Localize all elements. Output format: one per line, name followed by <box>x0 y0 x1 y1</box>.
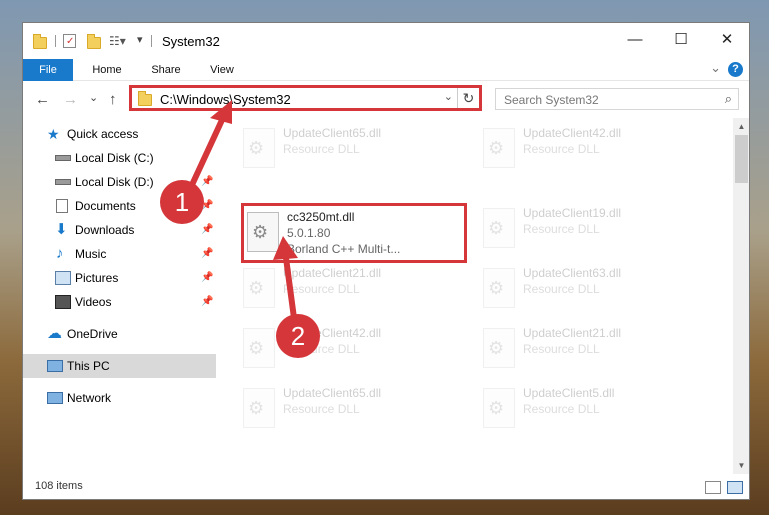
step-2-badge: 2 <box>276 314 320 358</box>
step-1-badge: 1 <box>160 180 204 224</box>
annotation-arrows <box>182 100 299 336</box>
